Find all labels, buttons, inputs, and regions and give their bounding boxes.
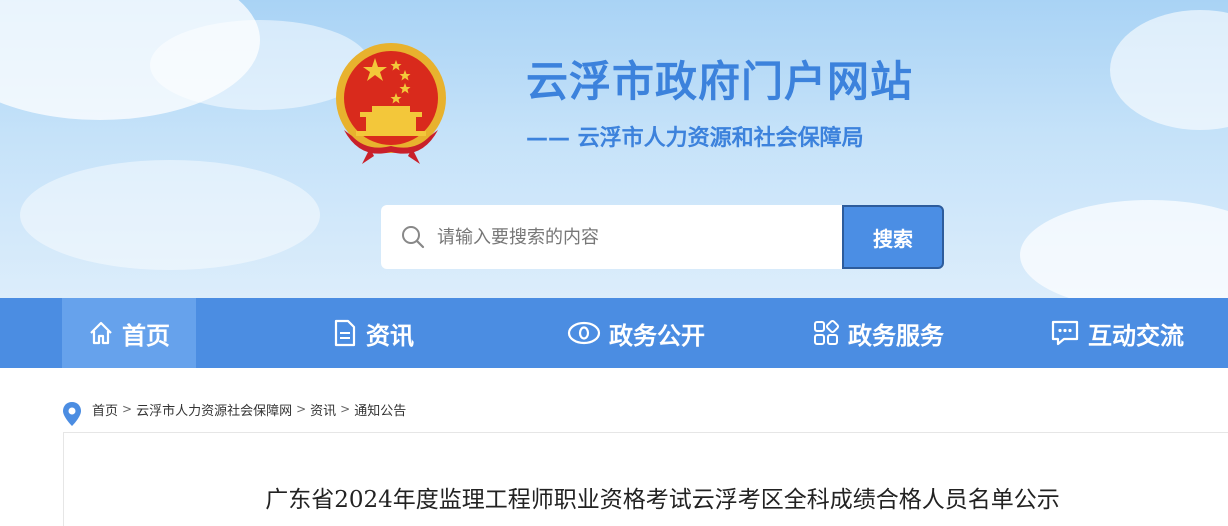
search-icon (402, 226, 425, 249)
nav-item-gov-services[interactable]: 政务服务 (782, 298, 974, 368)
nav-item-label: 政务服务 (848, 321, 944, 350)
breadcrumb-hrss-site[interactable]: 云浮市人力资源社会保障网 (136, 400, 292, 419)
location-pin-icon (63, 402, 81, 426)
site-title: 云浮市政府门户网站 (526, 57, 914, 106)
breadcrumb-separator: > (122, 402, 133, 416)
breadcrumb-separator: > (340, 402, 351, 416)
nav-item-label: 政务公开 (609, 321, 705, 350)
nav-item-interaction[interactable]: 互动交流 (1022, 298, 1212, 368)
grid-icon (814, 319, 840, 345)
site-header: 云浮市政府门户网站 —— 云浮市人力资源和社会保障局 搜索 (0, 0, 1228, 298)
breadcrumb-news[interactable]: 资讯 (310, 400, 336, 419)
chat-icon (1051, 320, 1079, 346)
breadcrumb-separator: > (296, 402, 307, 416)
background-cloud (1020, 200, 1228, 298)
content-area: 首页 > 云浮市人力资源社会保障网 > 资讯 > 通知公告 广东省2024年度监… (0, 368, 1228, 526)
nav-item-label: 资讯 (366, 321, 414, 350)
nav-item-label: 互动交流 (1088, 321, 1184, 350)
breadcrumb-notices[interactable]: 通知公告 (354, 400, 406, 419)
search-button[interactable]: 搜索 (842, 205, 944, 269)
nav-item-gov-affairs[interactable]: 政务公开 (540, 298, 732, 368)
document-icon (334, 319, 356, 347)
nav-item-home[interactable]: 首页 (62, 298, 196, 368)
nav-item-news[interactable]: 资讯 (300, 298, 446, 368)
main-nav: 首页 资讯 政务公开 政务服务 互动交流 (0, 298, 1228, 368)
home-icon (90, 321, 112, 345)
search-box (381, 205, 843, 269)
nav-item-label: 首页 (122, 321, 170, 350)
breadcrumb: 首页 > 云浮市人力资源社会保障网 > 资讯 > 通知公告 (62, 398, 406, 426)
background-cloud (1110, 10, 1228, 130)
site-subtitle: —— 云浮市人力资源和社会保障局 (526, 126, 864, 151)
article-title: 广东省2024年度监理工程师职业资格考试云浮考区全科成绩合格人员名单公示 (265, 487, 1060, 513)
breadcrumb-home[interactable]: 首页 (92, 400, 118, 419)
eye-icon (567, 321, 601, 345)
background-cloud (20, 160, 320, 270)
national-emblem-icon (336, 43, 446, 164)
search-input[interactable] (433, 205, 823, 269)
